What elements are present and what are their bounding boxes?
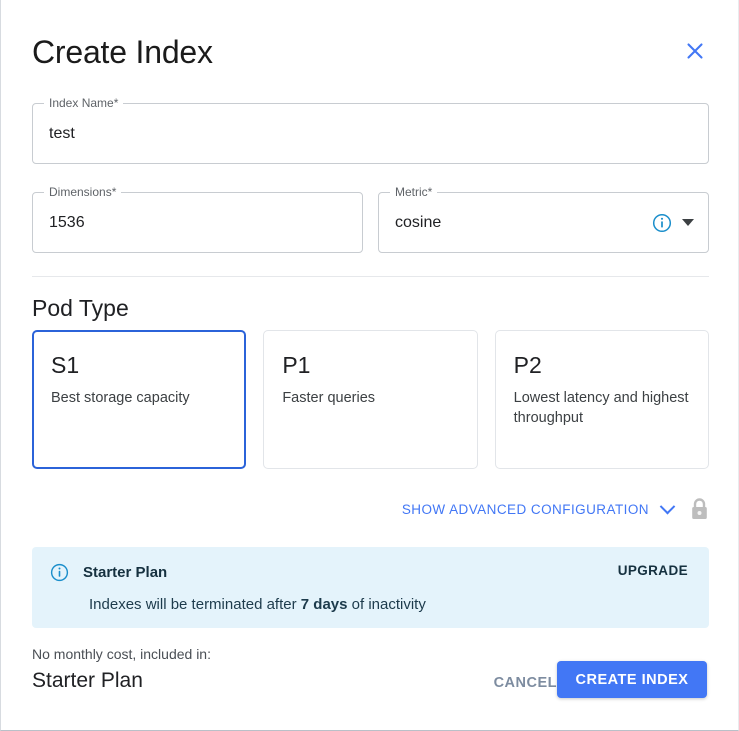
pod-card-description: Faster queries bbox=[282, 390, 376, 406]
close-button[interactable] bbox=[680, 36, 710, 66]
banner-header: Starter Plan UPGRADE bbox=[50, 561, 688, 583]
banner-message-after: of inactivity bbox=[347, 596, 426, 613]
starter-plan-banner: Starter Plan UPGRADE Indexes will be ter… bbox=[32, 547, 709, 628]
dimensions-field[interactable]: Dimensions* 1536 bbox=[32, 185, 363, 253]
cost-label: No monthly cost, included in: bbox=[32, 646, 211, 662]
pod-card-description: Best storage capacity bbox=[51, 390, 190, 406]
index-name-value: test bbox=[49, 124, 75, 142]
dimensions-label: Dimensions* bbox=[44, 185, 122, 199]
page-title: Create Index bbox=[32, 34, 213, 70]
banner-title: Starter Plan bbox=[83, 563, 168, 581]
close-icon bbox=[687, 43, 703, 59]
info-circle-icon[interactable] bbox=[652, 213, 672, 233]
pod-card-s1[interactable]: S1 Best storage capacity bbox=[32, 330, 247, 469]
index-name-label: Index Name* bbox=[44, 96, 124, 110]
banner-message-before: Indexes will be terminated after bbox=[89, 596, 301, 613]
pod-card-name: P1 bbox=[282, 352, 311, 378]
info-circle-icon bbox=[50, 563, 69, 581]
create-index-button[interactable]: CREATE INDEX bbox=[557, 661, 707, 698]
section-divider bbox=[32, 276, 709, 277]
metric-adornments bbox=[652, 213, 694, 233]
dimensions-value: 1536 bbox=[49, 213, 85, 231]
pod-card-name: P2 bbox=[513, 352, 542, 378]
pod-card-p2[interactable]: P2 Lowest latency and highest throughput bbox=[494, 330, 709, 469]
upgrade-button[interactable]: UPGRADE bbox=[618, 563, 688, 578]
cancel-button[interactable]: CANCEL bbox=[488, 667, 563, 699]
caret-down-icon[interactable] bbox=[682, 219, 694, 226]
advanced-configuration-row: SHOW ADVANCED CONFIGURATION bbox=[402, 494, 710, 524]
banner-message-highlight: 7 days bbox=[300, 596, 348, 613]
chevron-down-icon bbox=[659, 498, 676, 514]
metric-value: cosine bbox=[395, 213, 442, 231]
metric-label: Metric* bbox=[390, 185, 438, 199]
pod-card-name: S1 bbox=[51, 352, 80, 378]
pod-card-description: Lowest latency and highest throughput bbox=[513, 390, 689, 426]
pod-type-options: S1 Best storage capacity P1 Faster queri… bbox=[32, 330, 709, 469]
advanced-config-label: SHOW ADVANCED CONFIGURATION bbox=[401, 501, 649, 517]
pod-type-heading: Pod Type bbox=[32, 295, 129, 321]
metric-field[interactable]: Metric* cosine bbox=[378, 185, 709, 253]
index-name-field[interactable]: Index Name* test bbox=[32, 96, 709, 164]
show-advanced-configuration-button[interactable]: SHOW ADVANCED CONFIGURATION bbox=[401, 498, 676, 517]
dialog-header: Create Index bbox=[32, 28, 710, 78]
create-index-dialog: Create Index Index Name* test Dimensions… bbox=[0, 0, 739, 731]
pod-card-p1[interactable]: P1 Faster queries bbox=[263, 330, 478, 469]
lock-icon bbox=[692, 497, 707, 519]
banner-message: Indexes will be terminated after 7 days … bbox=[89, 596, 688, 613]
plan-name: Starter Plan bbox=[32, 669, 143, 692]
